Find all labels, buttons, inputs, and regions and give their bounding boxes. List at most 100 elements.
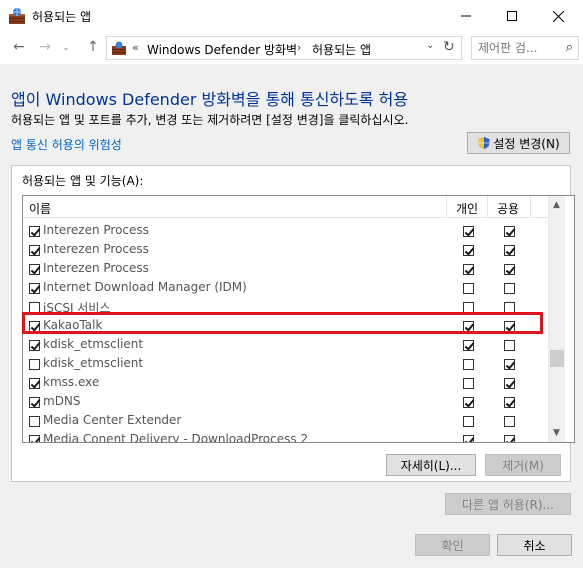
- app-enabled-checkbox[interactable]: [29, 340, 40, 351]
- app-name: Internet Download Manager (IDM): [43, 280, 247, 294]
- private-checkbox[interactable]: [463, 283, 474, 294]
- back-button[interactable]: ←: [8, 39, 30, 55]
- list-item[interactable]: kdisk_etmsclient: [23, 355, 548, 374]
- list-item[interactable]: Interezen Process: [23, 222, 548, 241]
- list-item[interactable]: kdisk_etmsclient: [23, 336, 548, 355]
- firewall-location-icon: [112, 41, 126, 55]
- app-enabled-checkbox[interactable]: [29, 397, 40, 408]
- close-icon: [552, 10, 564, 22]
- app-enabled-checkbox[interactable]: [29, 283, 40, 294]
- public-checkbox[interactable]: [504, 416, 515, 427]
- app-name: Interezen Process: [43, 223, 149, 237]
- list-item[interactable]: Internet Download Manager (IDM): [23, 279, 548, 298]
- page-title: 앱이 Windows Defender 방화벽을 통해 통신하도록 허용: [11, 90, 409, 109]
- app-name: mDNS: [43, 394, 81, 408]
- breadcrumb-allowed-apps[interactable]: 허용되는 앱: [312, 41, 371, 58]
- list-scrollbar[interactable]: ▲ ▼: [548, 196, 565, 442]
- app-name: kdisk_etmsclient: [43, 356, 144, 370]
- app-enabled-checkbox[interactable]: [29, 226, 40, 237]
- private-checkbox[interactable]: [463, 378, 474, 389]
- title-bar: 허용되는 앱: [0, 0, 583, 32]
- app-name: Interezen Process: [43, 261, 149, 275]
- change-settings-button[interactable]: 설정 변경(N): [467, 132, 570, 154]
- allowed-apps-label: 허용되는 앱 및 기능(A):: [22, 174, 144, 188]
- arrow-left-icon: ←: [13, 39, 25, 55]
- scroll-up-icon[interactable]: ▲: [553, 200, 560, 210]
- app-name: Media Conent Delivery - DownloadProcess …: [43, 432, 309, 443]
- column-public[interactable]: 공용: [497, 200, 519, 217]
- column-private[interactable]: 개인: [456, 200, 478, 217]
- details-button[interactable]: 자세히(L)...: [386, 454, 476, 476]
- up-button[interactable]: ↑: [82, 39, 104, 55]
- change-settings-label: 설정 변경(N): [493, 136, 560, 151]
- private-checkbox[interactable]: [463, 226, 474, 237]
- list-item[interactable]: Media Center Extender: [23, 412, 548, 431]
- maximize-icon: [507, 11, 517, 21]
- app-enabled-checkbox[interactable]: [29, 416, 40, 427]
- address-box[interactable]: « Windows Defender 방화벽 › 허용되는 앱 ⌄ ↻: [106, 36, 462, 60]
- minimize-button[interactable]: [443, 0, 489, 32]
- list-header: 이름 개인 공용: [23, 196, 548, 218]
- public-checkbox[interactable]: [504, 435, 515, 442]
- breadcrumb-separator[interactable]: ›: [297, 41, 301, 54]
- public-checkbox[interactable]: [504, 283, 515, 294]
- list-item[interactable]: mDNS: [23, 393, 548, 412]
- public-checkbox[interactable]: [504, 378, 515, 389]
- app-name: Media Center Extender: [43, 413, 182, 427]
- app-name: kdisk_etmsclient: [43, 337, 144, 351]
- private-checkbox[interactable]: [463, 435, 474, 442]
- private-checkbox[interactable]: [463, 397, 474, 408]
- private-checkbox[interactable]: [463, 264, 474, 275]
- app-enabled-checkbox[interactable]: [29, 378, 40, 389]
- address-dropdown-icon[interactable]: ⌄: [426, 40, 434, 51]
- app-enabled-checkbox[interactable]: [29, 264, 40, 275]
- scroll-thumb[interactable]: [550, 350, 564, 367]
- list-item[interactable]: Media Conent Delivery - DownloadProcess …: [23, 431, 548, 443]
- refresh-icon[interactable]: ↻: [443, 39, 455, 55]
- list-item[interactable]: Interezen Process: [23, 241, 548, 260]
- forward-button[interactable]: →: [34, 39, 56, 55]
- app-enabled-checkbox[interactable]: [29, 245, 40, 256]
- ok-button[interactable]: 확인: [415, 534, 490, 556]
- public-checkbox[interactable]: [504, 245, 515, 256]
- column-divider: [446, 196, 447, 218]
- public-checkbox[interactable]: [504, 264, 515, 275]
- recent-locations-button[interactable]: ⌄: [55, 43, 77, 53]
- window-title: 허용되는 앱: [32, 10, 92, 24]
- search-input[interactable]: [478, 37, 556, 59]
- private-checkbox[interactable]: [463, 245, 474, 256]
- close-button[interactable]: [535, 0, 581, 32]
- list-item[interactable]: Interezen Process: [23, 260, 548, 279]
- minimize-icon: [461, 15, 471, 17]
- public-checkbox[interactable]: [504, 340, 515, 351]
- private-checkbox[interactable]: [463, 359, 474, 370]
- chevron-down-icon: ⌄: [62, 43, 70, 53]
- private-checkbox[interactable]: [463, 340, 474, 351]
- private-checkbox[interactable]: [463, 416, 474, 427]
- cancel-button[interactable]: 취소: [497, 534, 572, 556]
- column-divider: [530, 196, 531, 218]
- arrow-up-icon: ↑: [87, 39, 99, 55]
- public-checkbox[interactable]: [504, 226, 515, 237]
- app-name: Interezen Process: [43, 242, 149, 256]
- app-enabled-checkbox[interactable]: [29, 435, 40, 442]
- search-box[interactable]: ⌕: [471, 36, 579, 60]
- column-divider: [487, 196, 488, 218]
- app-enabled-checkbox[interactable]: [29, 359, 40, 370]
- allow-other-app-button[interactable]: 다른 앱 허용(R)...: [445, 493, 571, 515]
- risk-link[interactable]: 앱 통신 허용의 위험성: [11, 136, 122, 153]
- remove-button[interactable]: 제거(M): [485, 454, 561, 476]
- firewall-app-icon: [9, 8, 25, 24]
- search-icon[interactable]: ⌕: [566, 40, 573, 55]
- app-name: kmss.exe: [43, 375, 100, 389]
- public-checkbox[interactable]: [504, 397, 515, 408]
- column-name[interactable]: 이름: [29, 200, 51, 217]
- list-item[interactable]: kmss.exe: [23, 374, 548, 393]
- breadcrumb-firewall[interactable]: Windows Defender 방화벽: [147, 41, 297, 58]
- maximize-button[interactable]: [489, 0, 535, 32]
- scroll-down-icon[interactable]: ▼: [553, 428, 560, 438]
- kakaotalk-highlight: [22, 312, 543, 334]
- public-checkbox[interactable]: [504, 359, 515, 370]
- page-description: 허용되는 앱 및 포트를 추가, 변경 또는 제거하려면 [설정 변경]을 클릭…: [11, 113, 409, 127]
- breadcrumb-overflow[interactable]: «: [132, 41, 139, 54]
